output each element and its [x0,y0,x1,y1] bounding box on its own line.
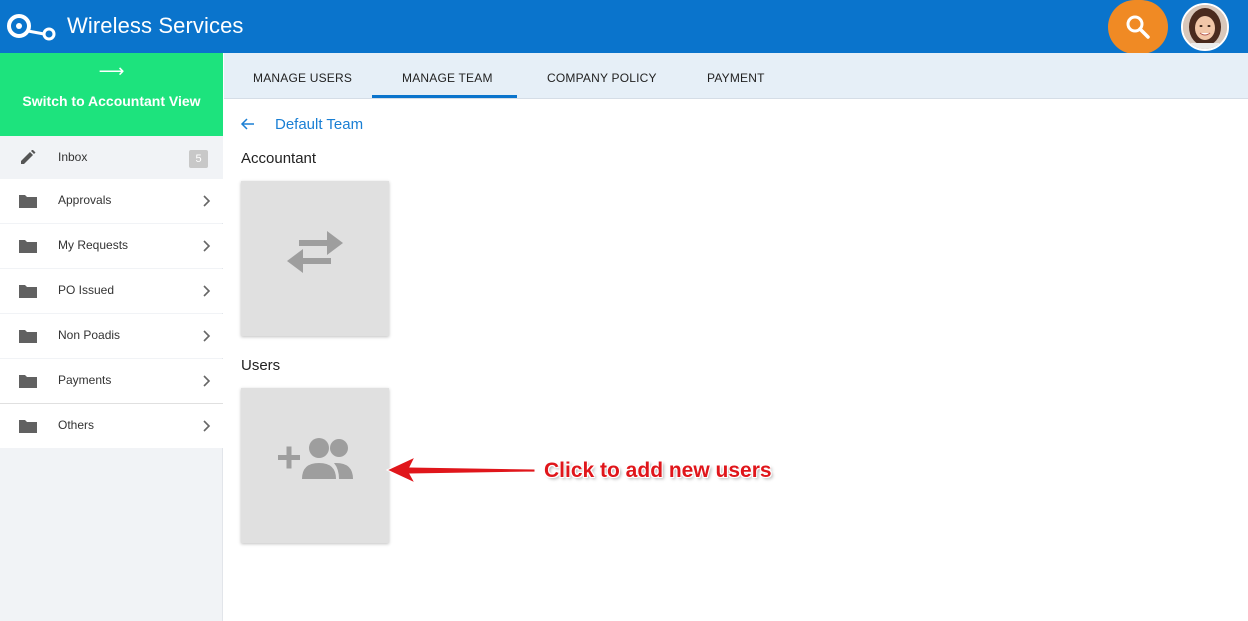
add-users-card[interactable] [241,388,389,543]
sidebar-item-non-poadis[interactable]: Non Poadis [0,314,223,358]
count-badge: 5 [189,150,208,168]
chevron-right-icon [203,195,211,207]
annotation-arrow-icon [385,455,536,485]
sidebar-item-payments[interactable]: Payments [0,359,223,403]
folder-icon [19,420,37,433]
chevron-right-icon [203,240,211,252]
avatar[interactable] [1181,3,1229,51]
search-icon [1126,15,1150,39]
folder-icon [19,330,37,343]
sidebar-item-label: Inbox [58,150,88,164]
tab-manage-users[interactable]: MANAGE USERS [253,71,352,85]
sidebar-item-label: PO Issued [58,283,115,297]
swap-icon [287,231,343,273]
sidebar-item-label: My Requests [58,238,129,252]
pencil-icon [21,150,36,164]
sidebar-item-label: Others [58,418,95,432]
sidebar-item-label: Payments [58,373,112,387]
logo-icon[interactable] [7,11,57,41]
back-arrow-icon[interactable] [240,116,256,132]
switch-view-button[interactable]: ⟶ Switch to Accountant View [0,53,223,136]
sidebar-item-inbox[interactable]: Inbox 5 [0,136,223,180]
tab-payment[interactable]: PAYMENT [707,71,765,85]
sidebar-item-my-requests[interactable]: My Requests [0,224,223,268]
annotation-callout: Click to add new users [544,459,772,482]
switch-view-label: Switch to Accountant View [22,93,201,109]
users-section-title: Users [241,357,281,374]
tab-bar: MANAGE USERS MANAGE TEAM COMPANY POLICY … [224,53,1248,99]
folder-icon [19,285,37,298]
sidebar-item-label: Approvals [58,193,112,207]
arrow-right-icon: ⟶ [98,61,125,81]
breadcrumb[interactable]: Default Team [275,116,363,133]
sidebar-item-label: Non Poadis [58,328,121,342]
folder-icon [19,375,37,388]
accountant-section-title: Accountant [241,150,317,167]
sidebar-item-others[interactable]: Others [0,404,223,448]
app-title: Wireless Services [67,13,244,38]
chevron-right-icon [203,420,211,432]
chevron-right-icon [203,375,211,387]
top-app-bar: Wireless Services [0,0,1248,54]
sidebar: ⟶ Switch to Accountant View Inbox 5 Appr… [0,53,223,621]
tab-company-policy[interactable]: COMPANY POLICY [547,71,657,85]
folder-icon [19,240,37,253]
active-tab-indicator [372,95,517,98]
user-photo-icon [1183,5,1227,49]
search-button[interactable] [1108,0,1168,54]
add-group-icon [278,438,353,479]
sidebar-item-approvals[interactable]: Approvals [0,179,223,223]
folder-icon [19,195,37,208]
chevron-right-icon [203,285,211,297]
sidebar-item-po-issued[interactable]: PO Issued [0,269,223,313]
tab-manage-team[interactable]: MANAGE TEAM [402,71,493,85]
accountant-card[interactable] [241,181,389,336]
chevron-right-icon [203,330,211,342]
